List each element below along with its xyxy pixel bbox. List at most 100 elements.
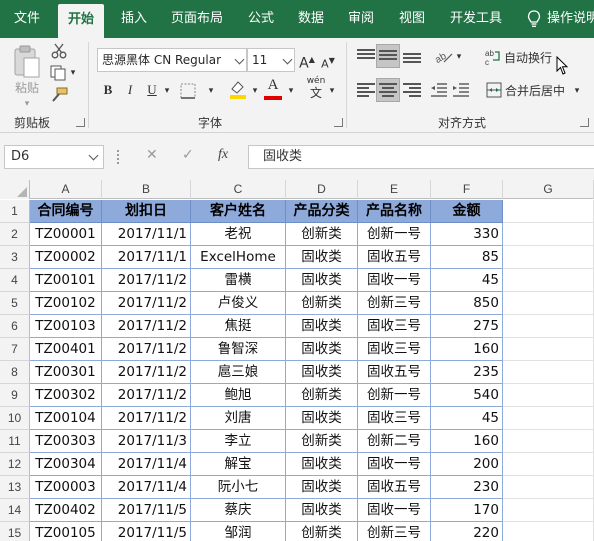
column-header-d[interactable]: D [286, 180, 358, 199]
table-cell[interactable]: 2017/11/5 [102, 499, 191, 522]
table-cell[interactable]: 2017/11/2 [102, 361, 191, 384]
enter-formula-icon[interactable]: ✓ [182, 147, 194, 163]
table-cell[interactable]: 固收三号 [358, 315, 431, 338]
tab-insert[interactable]: 插入 [111, 0, 157, 38]
table-cell[interactable]: 蔡庆 [191, 499, 286, 522]
font-color-button[interactable]: A [264, 75, 282, 95]
fill-color-icon[interactable] [228, 79, 248, 99]
column-header-b[interactable]: B [102, 180, 191, 199]
formula-input[interactable]: 固收类 [248, 145, 594, 169]
table-cell[interactable]: 固收五号 [358, 476, 431, 499]
table-cell[interactable]: TZ00402 [30, 499, 102, 522]
table-cell[interactable]: 200 [431, 453, 503, 476]
font-launcher-icon[interactable] [334, 118, 343, 127]
row-header-10[interactable]: 10 [0, 407, 30, 430]
table-cell[interactable]: 鲁智深 [191, 338, 286, 361]
table-cell[interactable]: TZ00102 [30, 292, 102, 315]
table-cell[interactable]: 创新类 [286, 292, 358, 315]
table-cell[interactable]: 2017/11/2 [102, 338, 191, 361]
table-cell[interactable]: 2017/11/4 [102, 453, 191, 476]
table-cell[interactable]: 焦挺 [191, 315, 286, 338]
column-header-e[interactable]: E [358, 180, 431, 199]
tab-formulas[interactable]: 公式 [238, 0, 284, 38]
table-cell[interactable]: TZ00101 [30, 269, 102, 292]
table-cell[interactable]: 固收类 [286, 338, 358, 361]
top-align-icon[interactable] [357, 49, 375, 63]
table-cell[interactable]: 固收类 [286, 361, 358, 384]
paste-dropdown-icon[interactable]: ▾ [13, 94, 41, 114]
table-cell[interactable]: 170 [431, 499, 503, 522]
table-cell[interactable]: 2017/11/3 [102, 430, 191, 453]
table-header-cell[interactable]: 划扣日 [102, 200, 191, 223]
table-cell[interactable]: 230 [431, 476, 503, 499]
table-cell[interactable]: 创新类 [286, 522, 358, 541]
table-cell[interactable]: 2017/11/1 [102, 246, 191, 269]
cancel-formula-icon[interactable]: ✕ [146, 147, 158, 163]
font-color-dropdown-icon[interactable]: ▾ [286, 81, 296, 101]
row-header-6[interactable]: 6 [0, 315, 30, 338]
table-cell[interactable]: 2017/11/1 [102, 223, 191, 246]
row-header-13[interactable]: 13 [0, 476, 30, 499]
tab-tell-me[interactable]: 操作说明 [547, 0, 594, 38]
table-cell[interactable]: TZ00104 [30, 407, 102, 430]
align-right-icon[interactable] [403, 83, 421, 97]
row-header-11[interactable]: 11 [0, 430, 30, 453]
underline-dropdown-icon[interactable]: ▾ [162, 81, 172, 101]
table-header-cell[interactable]: 金额 [431, 200, 503, 223]
row-header-4[interactable]: 4 [0, 269, 30, 292]
table-cell[interactable]: ExcelHome [191, 246, 286, 269]
merge-center-button[interactable]: 合并后居中 [505, 81, 567, 101]
bottom-align-icon[interactable] [403, 53, 421, 67]
name-box[interactable]: D6 [4, 145, 104, 169]
alignment-launcher-icon[interactable] [580, 118, 589, 127]
table-cell[interactable]: 刘唐 [191, 407, 286, 430]
table-cell[interactable]: 45 [431, 269, 503, 292]
table-cell[interactable]: 雷横 [191, 269, 286, 292]
table-cell[interactable]: 鲍旭 [191, 384, 286, 407]
table-cell[interactable]: 45 [431, 407, 503, 430]
table-cell[interactable]: 160 [431, 430, 503, 453]
font-name-select[interactable]: 思源黑体 CN Regular [97, 48, 247, 72]
increase-indent-icon[interactable] [452, 83, 470, 97]
table-cell[interactable]: 固收三号 [358, 407, 431, 430]
column-header-f[interactable]: F [431, 180, 503, 199]
row-header-5[interactable]: 5 [0, 292, 30, 315]
table-cell[interactable]: 275 [431, 315, 503, 338]
table-cell[interactable]: 235 [431, 361, 503, 384]
phonetic-dropdown-icon[interactable]: ▾ [327, 81, 337, 101]
font-size-select[interactable]: 11 [247, 48, 295, 72]
phonetic-guide-button[interactable]: wén 文 [305, 76, 327, 100]
table-cell[interactable]: 扈三娘 [191, 361, 286, 384]
tab-view[interactable]: 视图 [389, 0, 435, 38]
table-cell[interactable]: 固收类 [286, 246, 358, 269]
table-cell[interactable]: 创新一号 [358, 384, 431, 407]
row-header-12[interactable]: 12 [0, 453, 30, 476]
table-header-cell[interactable]: 产品分类 [286, 200, 358, 223]
table-cell[interactable]: TZ00301 [30, 361, 102, 384]
borders-icon[interactable] [180, 83, 196, 99]
table-cell[interactable]: 固收三号 [358, 338, 431, 361]
paste-icon[interactable] [12, 44, 42, 80]
table-cell[interactable]: 解宝 [191, 453, 286, 476]
row-header-9[interactable]: 9 [0, 384, 30, 407]
tab-developer[interactable]: 开发工具 [441, 0, 511, 38]
table-cell[interactable]: 85 [431, 246, 503, 269]
underline-button[interactable]: U [144, 80, 160, 100]
table-cell[interactable]: 固收一号 [358, 499, 431, 522]
tab-data[interactable]: 数据 [288, 0, 334, 38]
borders-dropdown-icon[interactable]: ▾ [206, 81, 216, 101]
table-cell[interactable]: TZ00002 [30, 246, 102, 269]
table-cell[interactable]: 330 [431, 223, 503, 246]
table-header-cell[interactable]: 客户姓名 [191, 200, 286, 223]
table-cell[interactable]: 李立 [191, 430, 286, 453]
copy-dropdown-icon[interactable]: ▾ [68, 63, 78, 83]
bold-button[interactable]: B [100, 80, 116, 100]
decrease-indent-icon[interactable] [430, 83, 448, 97]
table-cell[interactable]: 固收五号 [358, 361, 431, 384]
table-cell[interactable]: 固收类 [286, 453, 358, 476]
align-left-icon[interactable] [357, 83, 375, 97]
insert-function-icon[interactable]: fx [218, 147, 228, 163]
table-cell[interactable]: TZ00001 [30, 223, 102, 246]
clipboard-launcher-icon[interactable] [76, 118, 85, 127]
shrink-font-button[interactable]: A▼ [320, 51, 336, 75]
